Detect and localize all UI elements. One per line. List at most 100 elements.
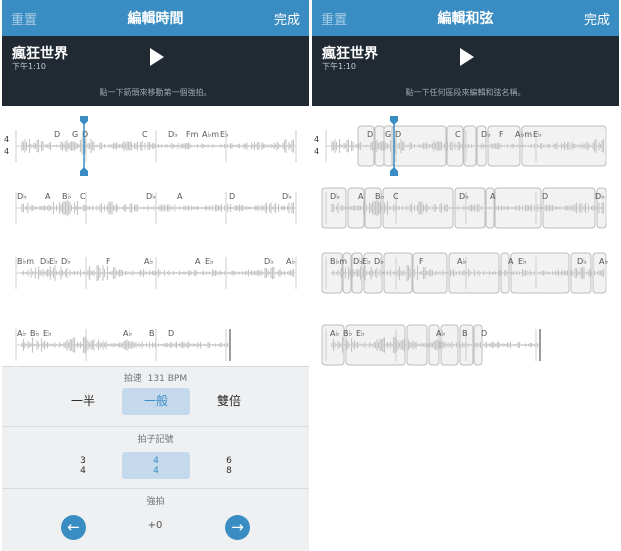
speed-option-double[interactable]: 雙倍	[196, 388, 262, 415]
arrow-right-icon[interactable]: →	[225, 515, 250, 540]
chord-label[interactable]: B	[462, 329, 468, 338]
chord-label[interactable]: B♭m	[330, 257, 347, 266]
waveform-row[interactable]: D G D C D♭ F A♭m E♭	[325, 125, 607, 167]
chord-label[interactable]: A♭	[436, 329, 445, 338]
chord-label[interactable]: A♭	[330, 329, 339, 338]
chord-label[interactable]: D♭	[374, 257, 384, 266]
chord-label[interactable]: E♭	[220, 130, 229, 139]
chord-label[interactable]: D♭	[146, 192, 156, 201]
waveform-row[interactable]: D♭ A B♭ C D♭ A D D♭	[321, 187, 607, 229]
chord-label[interactable]: A	[490, 192, 496, 201]
waveform-area[interactable]: D G D C D♭ F A♭m E♭D♭ A B♭ C D♭ A D D♭B♭m D♭ E♭ D♭ F A♭ A E♭ D…	[312, 106, 619, 551]
chord-label[interactable]: F	[499, 130, 504, 139]
song-time: 下午1:10	[322, 62, 356, 71]
transport-bar: 瘋狂世界 下午1:10 點一下任何區段來編輯和弦名稱。	[312, 36, 619, 106]
waveform-row[interactable]: A♭ B♭ E♭ A♭ B D	[321, 324, 541, 366]
chord-label[interactable]: Fm	[186, 130, 199, 139]
chord-label[interactable]: E♭	[49, 257, 58, 266]
play-icon[interactable]	[460, 48, 474, 66]
downbeat-offset: +0	[147, 520, 163, 531]
speed-option-normal[interactable]: 一般	[122, 388, 190, 415]
done-button[interactable]: 完成	[584, 9, 610, 28]
chord-label[interactable]: D	[82, 130, 88, 139]
chord-label[interactable]: C	[80, 192, 86, 201]
chord-label[interactable]: D♭	[61, 257, 71, 266]
chord-label[interactable]: A♭m	[515, 130, 532, 139]
playhead-bottom-handle-icon[interactable]	[80, 167, 88, 176]
play-icon[interactable]	[150, 48, 164, 66]
chord-label[interactable]: D♭	[264, 257, 274, 266]
meter-option-4-4[interactable]: 44	[122, 452, 190, 479]
chord-label[interactable]: A♭	[17, 329, 26, 338]
chord-label[interactable]: D	[229, 192, 235, 201]
chord-label[interactable]: E♭	[356, 329, 365, 338]
hint-text: 點一下箭頭來移動第一個強拍。	[99, 88, 212, 97]
arrow-left-icon[interactable]: ←	[61, 515, 86, 540]
chord-label[interactable]: B♭	[343, 329, 352, 338]
done-button[interactable]: 完成	[274, 9, 300, 28]
chord-label[interactable]: A	[195, 257, 201, 266]
chord-label[interactable]: D♭	[330, 192, 340, 201]
chord-label[interactable]: D	[367, 130, 373, 139]
chord-label[interactable]: A	[508, 257, 514, 266]
chord-label[interactable]: B♭	[62, 192, 71, 201]
chord-label[interactable]: E♭	[533, 130, 542, 139]
chord-label[interactable]: D♭	[577, 257, 587, 266]
chord-label[interactable]: E♭	[518, 257, 527, 266]
tempo-label: 拍速 131 BPM	[123, 374, 188, 384]
right-panel-edit-chords: 重置 編輯和弦 完成 瘋狂世界 下午1:10 點一下任何區段來編輯和弦名稱。 D…	[312, 0, 619, 551]
chord-label[interactable]: B♭	[375, 192, 384, 201]
chord-label[interactable]: A♭m	[202, 130, 219, 139]
chord-label[interactable]: D	[168, 329, 174, 338]
chord-label[interactable]: E♭	[362, 257, 371, 266]
time-signature-bottom: 4	[314, 147, 319, 156]
waveform-row[interactable]: D♭ A B♭ C D♭ A D D♭	[15, 192, 297, 224]
chord-label[interactable]: A	[45, 192, 51, 201]
chord-label[interactable]: C	[142, 130, 148, 139]
playhead-bottom-handle-icon[interactable]	[390, 167, 398, 176]
waveform-row[interactable]: B♭m D♭ E♭ D♭ F A♭ A E♭ D♭ A♭	[321, 252, 608, 294]
reset-button[interactable]: 重置	[321, 9, 347, 28]
chord-label[interactable]: G	[72, 130, 78, 139]
chord-label[interactable]: A♭	[457, 257, 466, 266]
chord-label[interactable]: D	[395, 130, 401, 139]
chord-label[interactable]: D	[481, 329, 487, 338]
chord-label[interactable]: F	[106, 257, 111, 266]
chord-label[interactable]: C	[455, 130, 461, 139]
chord-label[interactable]: E♭	[43, 329, 52, 338]
playhead-top-handle-icon[interactable]	[80, 116, 88, 125]
meter-label: 拍子記號	[137, 435, 174, 445]
chord-label[interactable]: D	[542, 192, 548, 201]
chord-label[interactable]: D♭	[168, 130, 178, 139]
chord-label[interactable]: D	[54, 130, 60, 139]
chord-label[interactable]: F	[419, 257, 424, 266]
chord-label[interactable]: D♭	[595, 192, 605, 201]
playhead-top-handle-icon[interactable]	[390, 116, 398, 125]
meter-option-6-8[interactable]: 68	[196, 452, 262, 479]
divider	[2, 426, 309, 427]
chord-label[interactable]: A♭	[599, 257, 608, 266]
chord-label[interactable]: A	[177, 192, 183, 201]
time-signature-top: 4	[314, 135, 319, 144]
chord-label[interactable]: A	[358, 192, 364, 201]
nav-title: 編輯時間	[127, 11, 184, 27]
reset-button[interactable]: 重置	[11, 9, 37, 28]
chord-label[interactable]: G	[385, 130, 391, 139]
waveform-row[interactable]: D G D C D♭ Fm A♭m E♭	[15, 130, 297, 162]
chord-label[interactable]: B	[149, 329, 155, 338]
chord-label[interactable]: B♭m	[17, 257, 34, 266]
waveform-row[interactable]: B♭m D♭ E♭ D♭ F A♭ A E♭ D♭ A♭	[15, 257, 297, 289]
chord-label[interactable]: A♭	[123, 329, 132, 338]
chord-label[interactable]: D♭	[282, 192, 292, 201]
chord-label[interactable]: B♭	[30, 329, 39, 338]
meter-option-3-4[interactable]: 34	[50, 452, 116, 479]
speed-option-half[interactable]: 一半	[50, 388, 116, 415]
chord-label[interactable]: E♭	[205, 257, 214, 266]
chord-label[interactable]: D♭	[17, 192, 27, 201]
chord-label[interactable]: C	[393, 192, 399, 201]
chord-label[interactable]: A♭	[286, 257, 295, 266]
chord-label[interactable]: A♭	[144, 257, 153, 266]
chord-label[interactable]: D♭	[459, 192, 469, 201]
chord-label[interactable]: D♭	[481, 130, 491, 139]
waveform-row[interactable]: A♭ B♭ E♭ A♭ B D	[15, 329, 231, 361]
